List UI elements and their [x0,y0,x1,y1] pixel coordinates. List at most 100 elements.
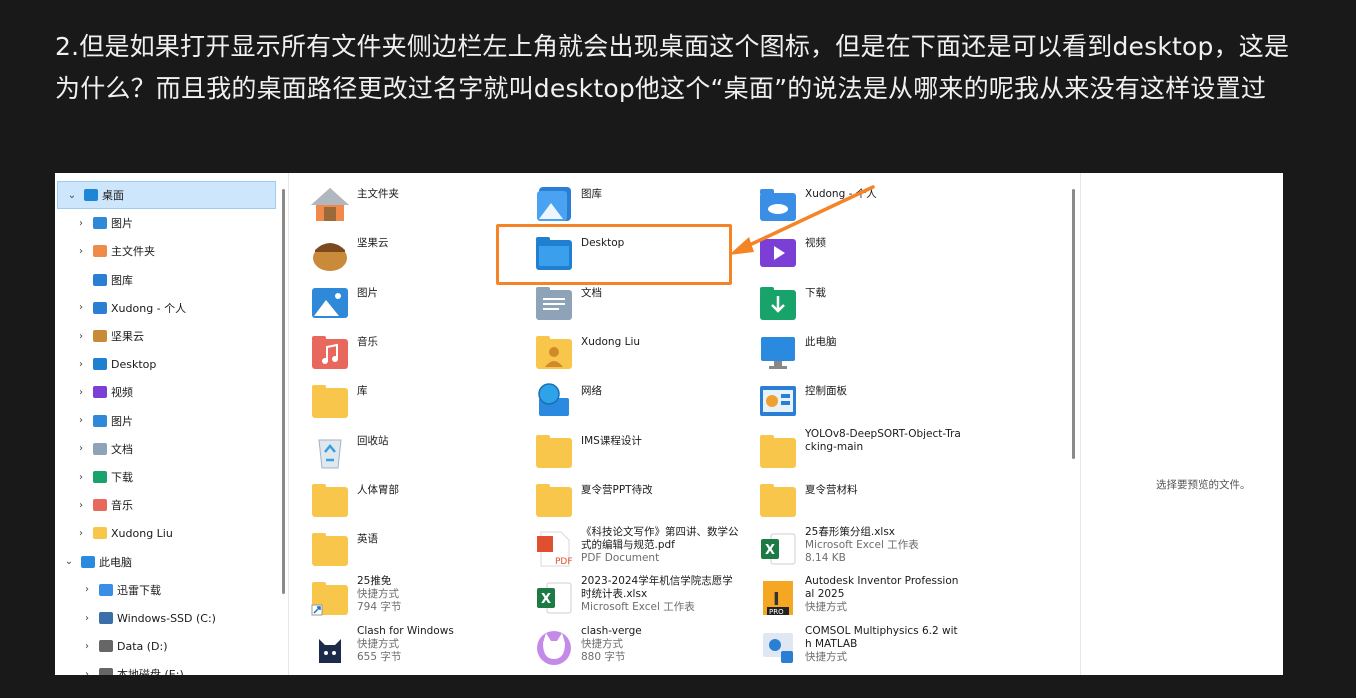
nav-item[interactable]: › 下载 [55,463,133,491]
item-sub2: 655 字节 [357,650,402,663]
nav-item[interactable]: › Data (D:) [55,632,168,660]
content-item[interactable]: 25推免 快捷方式 794 字节 [289,573,511,621]
content-item[interactable]: 控制面板 [737,376,959,424]
nav-item-label: 此电脑 [99,555,132,569]
network-icon [533,382,575,420]
chevron-right-icon[interactable]: › [75,302,87,313]
chevron-right-icon[interactable]: › [75,443,87,454]
home-icon [309,185,351,223]
chevron-right-icon[interactable]: › [81,584,93,595]
thunder-icon [99,583,113,596]
content-item[interactable]: 回收站 [289,426,511,474]
item-label: 控制面板 [805,385,963,398]
content-item[interactable]: 库 [289,376,511,424]
item-name: YOLOv8-DeepSORT-Object-Tracking-main [805,427,961,453]
content-item[interactable]: I PRO Autodesk Inventor Professional 2025 快… [737,573,959,621]
chevron-right-icon[interactable]: › [81,613,93,624]
content-item[interactable]: 音乐 [289,327,511,375]
chevron-right-icon[interactable]: › [75,246,87,257]
content-item[interactable]: X 2023-2024学年机信学院志愿学时统计表.xlsx Microsoft Ex… [513,573,735,621]
content-item[interactable]: 图库 [513,179,735,227]
item-label: Clash for Windows 快捷方式 655 字节 [357,625,515,664]
nav-item[interactable]: › 视频 [55,378,133,406]
nav-item[interactable]: › 迅雷下载 [55,576,161,604]
nav-item[interactable]: › Xudong Liu [55,519,173,547]
item-name: 人体胃部 [357,483,399,496]
item-sub1: Microsoft Excel 工作表 [805,539,919,552]
item-label: 坚果云 [357,237,515,250]
item-name: 网络 [581,385,602,398]
chevron-right-icon[interactable]: › [75,387,87,398]
svg-text:X: X [765,543,775,558]
content-item[interactable]: COMSOL Multiphysics 6.2 with MATLAB 快捷方式 [737,623,959,671]
item-name: COMSOL Multiphysics 6.2 with MATLAB [805,624,958,650]
nav-item[interactable]: › 坚果云 [55,322,144,350]
item-sub1: 快捷方式 [805,650,847,663]
content-item[interactable]: clash-verge 快捷方式 880 字节 [513,623,735,671]
nav-item[interactable]: ⌄ 此电脑 [55,548,132,576]
chevron-right-icon[interactable]: › [75,415,87,426]
content-item[interactable]: 坚果云 [289,228,511,276]
nav-item[interactable]: › 图片 [55,209,133,237]
item-label: 库 [357,385,515,398]
comsol-icon [757,629,799,667]
nav-item[interactable]: › 音乐 [55,491,133,519]
nav-item-label: 桌面 [102,189,124,202]
content-item[interactable]: 网络 [513,376,735,424]
chevron-down-icon[interactable]: ⌄ [63,556,75,567]
item-name: 主文件夹 [357,188,399,200]
content-item[interactable]: PDF 《科技论文写作》第四讲、数学公式的编辑与规范.pdf PDF Documen… [513,524,739,572]
nav-scrollbar[interactable] [282,189,285,594]
chevron-right-icon[interactable]: › [81,641,93,652]
content-item[interactable]: Clash for Windows 快捷方式 655 字节 [289,623,511,671]
nav-item[interactable]: › Xudong - 个人 [55,294,186,322]
chevron-right-icon[interactable]: › [75,331,87,342]
content-item[interactable]: 夏令营材料 [737,475,959,523]
annotation-highlight-box [496,224,732,285]
chevron-right-icon[interactable]: › [81,669,93,675]
item-name: 《科技论文写作》第四讲、数学公式的编辑与规范.pdf [581,526,739,552]
content-item[interactable]: IMS课程设计 [513,426,735,474]
nav-item[interactable]: 图库 [55,266,133,294]
item-name: 文档 [581,286,602,299]
nav-item[interactable]: › Desktop [55,350,156,378]
item-label: clash-verge 快捷方式 880 字节 [581,625,739,664]
chevron-down-icon[interactable]: ⌄ [66,190,78,201]
nav-item-label: 图片 [111,414,133,428]
nav-item[interactable]: ⌄ 桌面 [57,181,276,209]
nav-item[interactable]: › 主文件夹 [55,237,155,265]
content-item[interactable]: 下载 [737,278,959,326]
content-item[interactable]: X 25春形策分组.xlsx Microsoft Excel 工作表 8.14 KB [737,524,959,572]
chevron-right-icon[interactable]: › [75,359,87,370]
content-item[interactable]: 夏令营PPT待改 [513,475,735,523]
nav-item[interactable]: › 本地磁盘 (E:) [55,660,184,675]
content-item[interactable]: 人体胃部 [289,475,511,523]
item-name: Xudong Liu [581,335,641,348]
nav-item-label: 视频 [111,386,133,400]
item-label: 夏令营材料 [805,484,963,497]
shortcut-folder-icon [309,579,351,617]
content-item[interactable]: 此电脑 [737,327,959,375]
content-item[interactable]: YOLOv8-DeepSORT-Object-Tracking-main [737,426,961,474]
content-item[interactable]: 英语 [289,524,511,572]
svg-text:I: I [773,589,780,610]
nav-item[interactable]: › 图片 [55,407,133,435]
chevron-right-icon[interactable]: › [75,472,87,483]
nav-item-label: 图片 [111,217,133,231]
chevron-right-icon[interactable]: › [75,500,87,511]
chevron-right-icon[interactable]: › [75,528,87,539]
videos-icon [93,386,107,399]
item-sub1: PDF Document [581,552,660,565]
content-scrollbar[interactable] [1072,189,1075,459]
home-icon [93,245,107,258]
content-item[interactable]: Xudong Liu [513,327,735,375]
content-item[interactable]: 图片 [289,278,511,326]
content-item[interactable]: 主文件夹 [289,179,511,227]
nav-item[interactable]: › 文档 [55,435,133,463]
item-label: 2023-2024学年机信学院志愿学时统计表.xlsx Microsoft Exc… [581,575,739,614]
folder-icon [533,481,575,519]
nav-item[interactable]: › Windows-SSD (C:) [55,604,216,632]
folder-icon [757,481,799,519]
chevron-right-icon[interactable]: › [75,218,87,229]
folder-icon [309,530,351,568]
